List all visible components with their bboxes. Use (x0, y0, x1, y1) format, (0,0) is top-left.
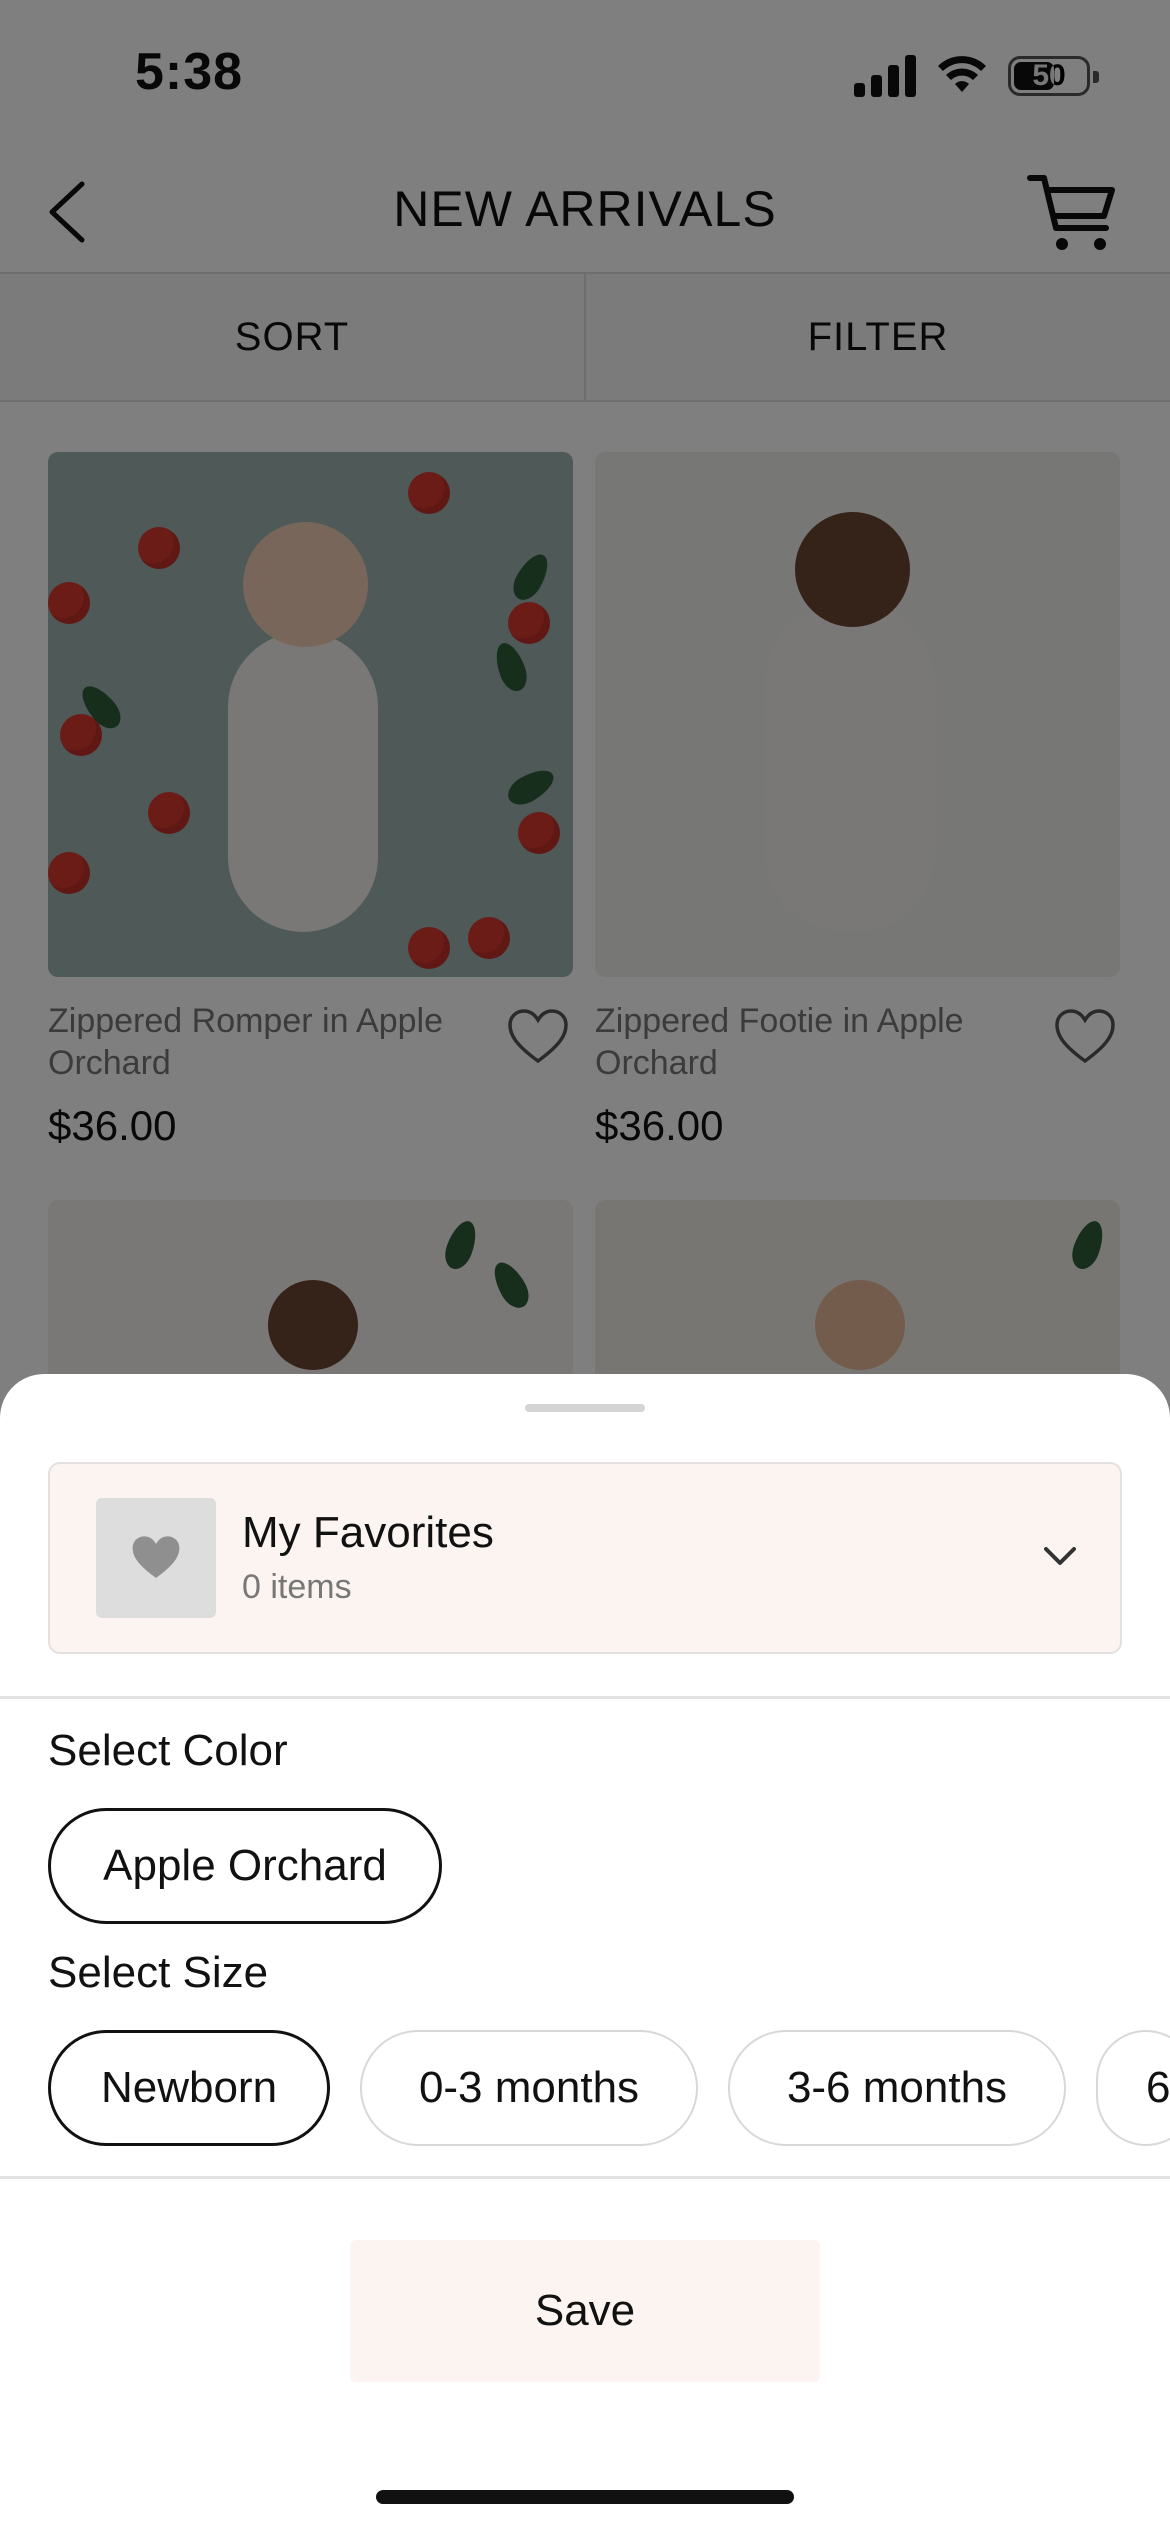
favorites-count: 0 items (242, 1568, 352, 1606)
select-size-label: Select Size (48, 1948, 269, 1997)
favorites-list-selector[interactable]: My Favorites 0 items (48, 1462, 1122, 1654)
favorites-title: My Favorites (242, 1508, 494, 1557)
color-option-apple-orchard[interactable]: Apple Orchard (48, 1808, 442, 1924)
size-option-newborn[interactable]: Newborn (48, 2030, 330, 2146)
favorites-thumbnail (96, 1498, 216, 1618)
divider (0, 2176, 1170, 2179)
chevron-down-icon[interactable] (1040, 1536, 1080, 1576)
select-color-label: Select Color (48, 1726, 288, 1775)
sheet-grabber[interactable] (525, 1404, 645, 1412)
size-option-3-6-months[interactable]: 3-6 months (728, 2030, 1066, 2146)
add-to-favorites-sheet: My Favorites 0 items Select Color Apple … (0, 1374, 1170, 2532)
save-button[interactable]: Save (350, 2240, 820, 2382)
size-option-6[interactable]: 6 (1096, 2030, 1170, 2146)
screen: 5:38 50 NEW ARRIVALS (0, 0, 1170, 2532)
heart-filled-icon (132, 1536, 180, 1578)
size-option-0-3-months[interactable]: 0-3 months (360, 2030, 698, 2146)
home-indicator[interactable] (376, 2490, 794, 2504)
divider (0, 1696, 1170, 1699)
